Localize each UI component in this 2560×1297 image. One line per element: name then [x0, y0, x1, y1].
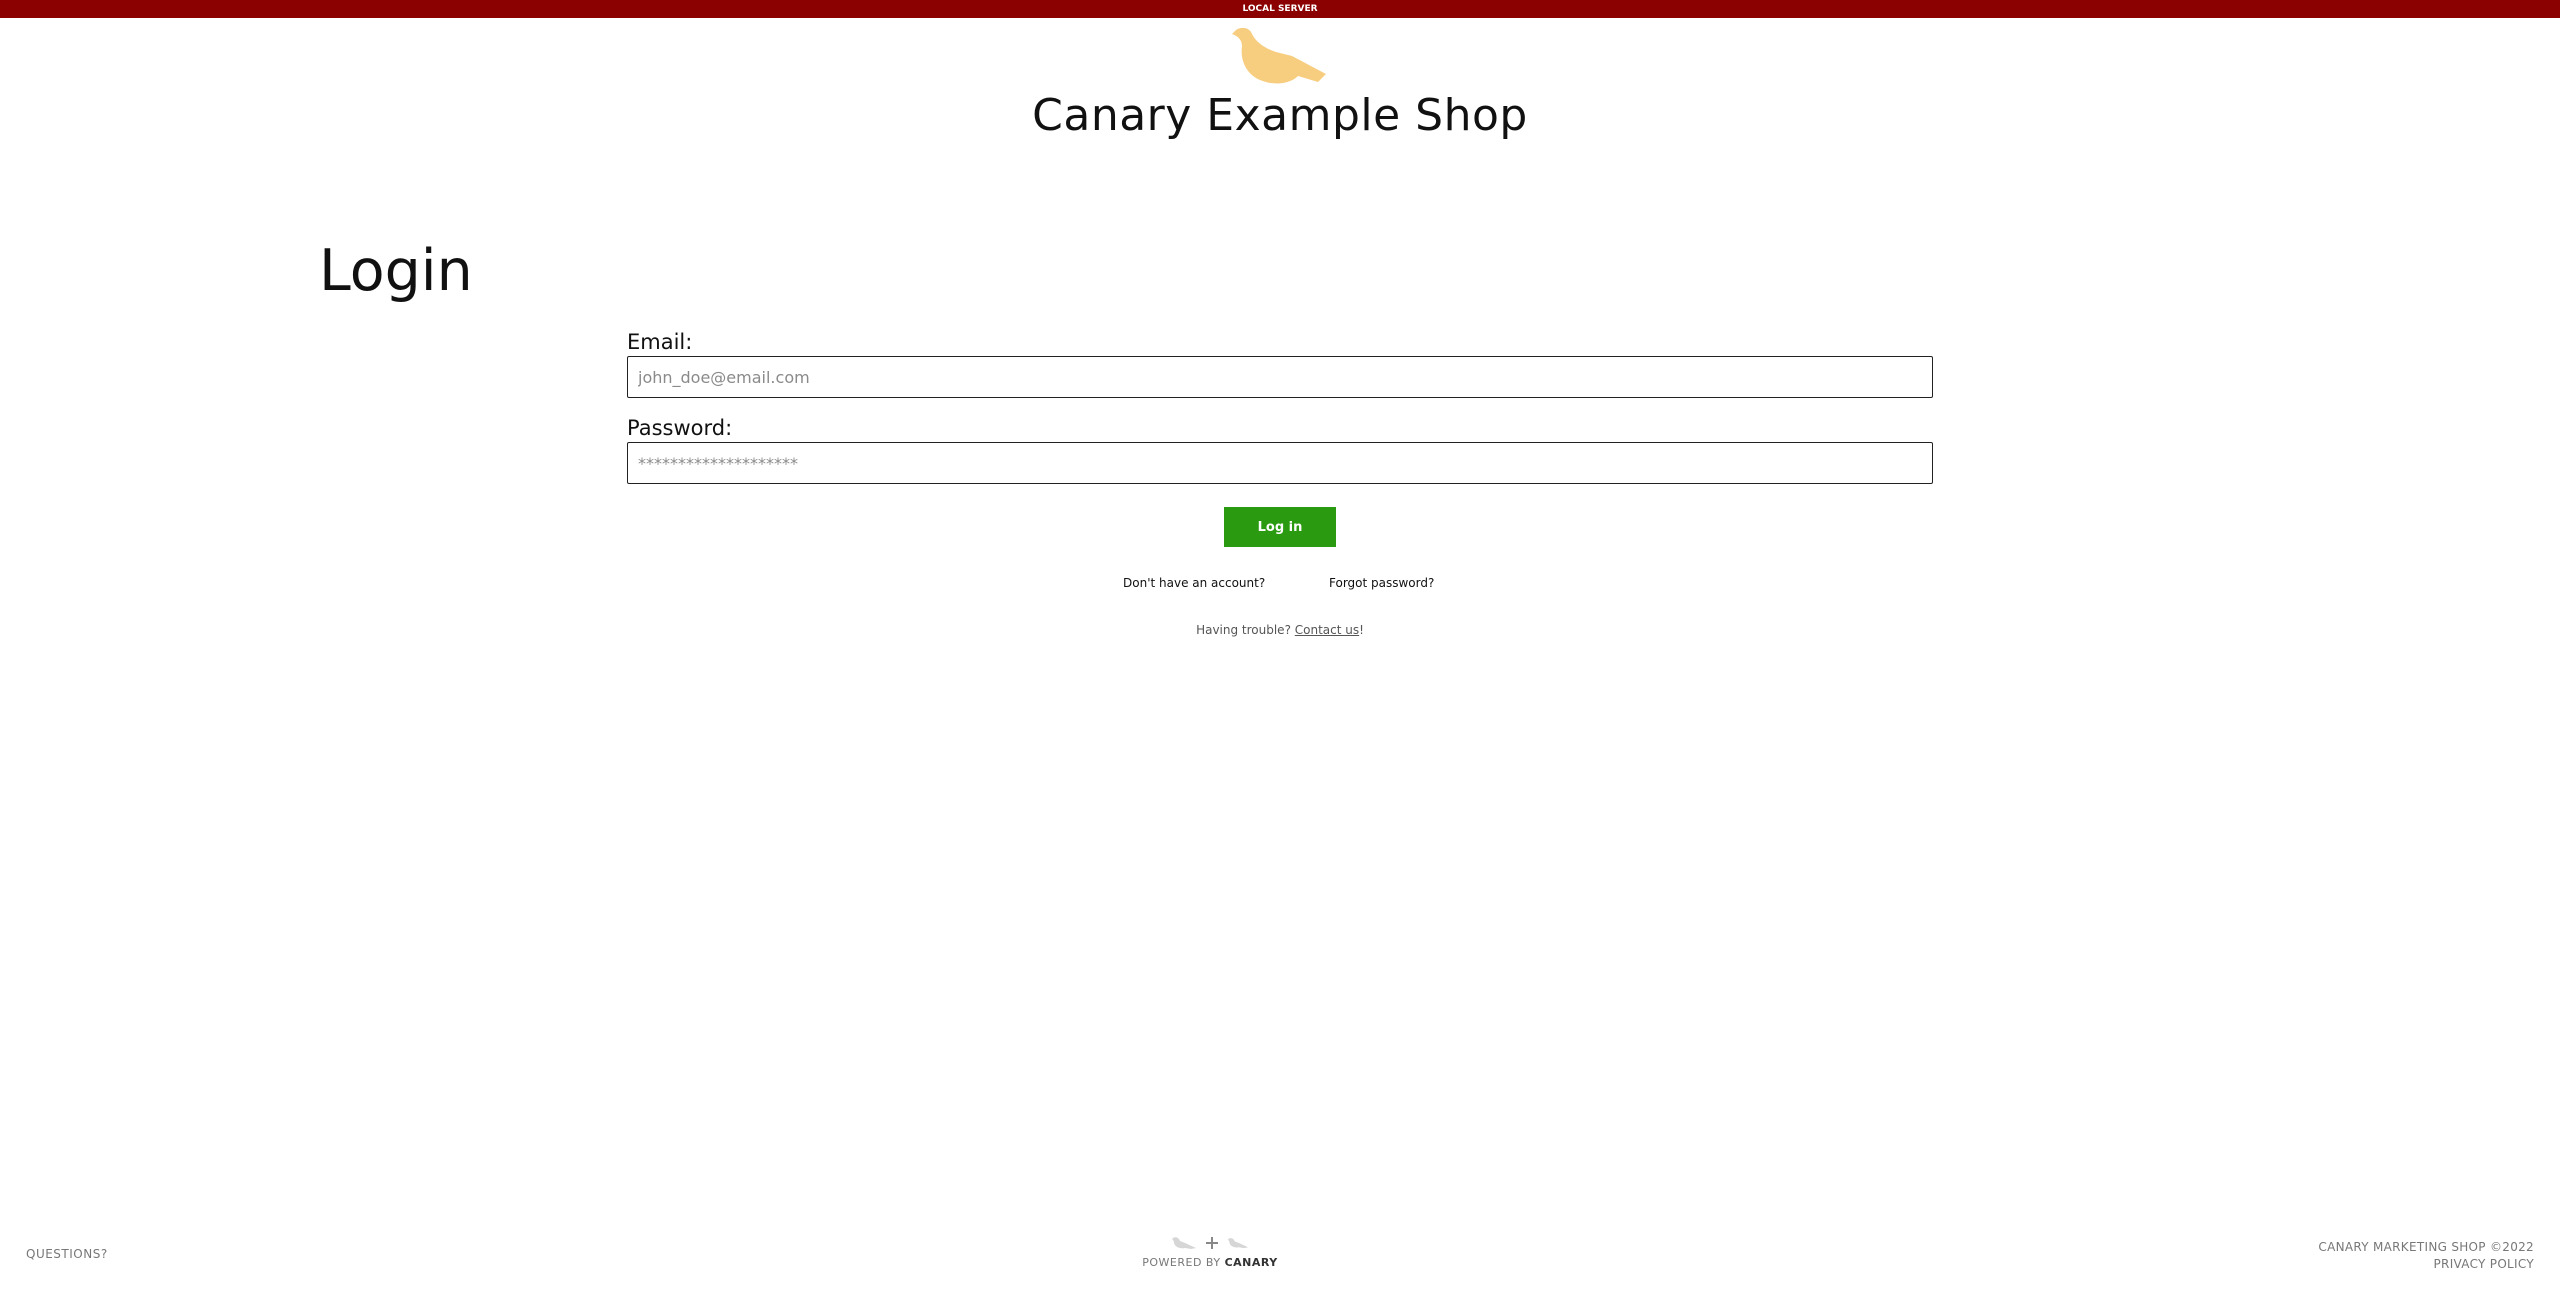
contact-us-link[interactable]: Contact us	[1295, 623, 1359, 637]
questions-link[interactable]: QUESTIONS?	[26, 1247, 108, 1261]
bird-icon	[1227, 1238, 1249, 1249]
powered-by-text: POWERED BY CANARY	[1100, 1256, 1320, 1269]
powered-by: POWERED BY CANARY	[1100, 1232, 1320, 1269]
banner-text: LOCAL SERVER	[1242, 4, 1318, 14]
footer-icons	[1100, 1232, 1320, 1254]
help-prefix: Having trouble?	[1196, 623, 1295, 637]
local-server-banner: LOCAL SERVER	[0, 0, 2560, 18]
signup-link[interactable]: Don't have an account?	[1123, 576, 1265, 590]
password-field[interactable]	[627, 442, 1933, 484]
password-label: Password:	[627, 416, 733, 440]
powered-by-prefix: POWERED BY	[1142, 1256, 1225, 1269]
privacy-policy-link[interactable]: PRIVACY POLICY	[2318, 1256, 2534, 1273]
powered-by-brand: CANARY	[1224, 1256, 1278, 1269]
forgot-password-link[interactable]: Forgot password?	[1329, 576, 1434, 590]
plus-icon	[1206, 1237, 1218, 1249]
copyright-text: CANARY MARKETING SHOP ©2022	[2318, 1240, 2534, 1254]
email-group: Email:	[627, 330, 1933, 398]
shop-title: Canary Example Shop	[1032, 90, 1528, 141]
help-text: Having trouble? Contact us!	[0, 623, 2560, 637]
email-field[interactable]	[627, 356, 1933, 398]
email-label: Email:	[627, 330, 693, 354]
help-suffix: !	[1359, 623, 1364, 637]
login-button[interactable]: Log in	[1224, 507, 1336, 547]
password-group: Password:	[627, 416, 1933, 484]
page-title: Login	[319, 238, 473, 304]
brand-header: Canary Example Shop	[0, 26, 2560, 141]
bird-icon	[1172, 1237, 1196, 1249]
login-form: Email: Password:	[627, 330, 1933, 502]
footer-right: CANARY MARKETING SHOP ©2022 PRIVACY POLI…	[2318, 1239, 2534, 1273]
canary-bird-icon	[1232, 27, 1326, 84]
